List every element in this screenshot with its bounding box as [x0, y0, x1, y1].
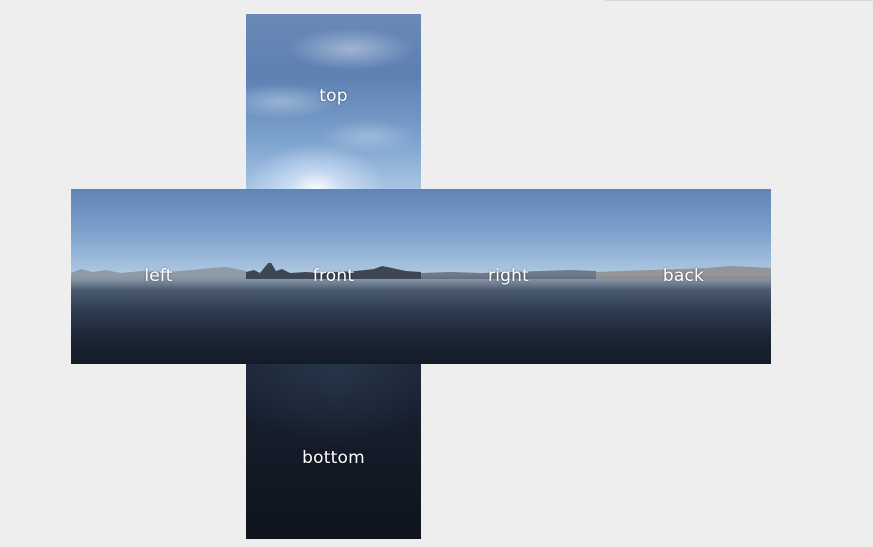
cubemap-face-bottom: bottom [246, 364, 421, 539]
cubemap-face-top: top [246, 14, 421, 189]
face-label-top: top [319, 86, 348, 106]
cubemap-face-back: back [596, 189, 771, 364]
face-label-back: back [662, 266, 705, 286]
face-label-left: left [144, 266, 173, 286]
top-edge-line [605, 0, 873, 1]
face-label-right: right [488, 266, 529, 286]
face-label-bottom: bottom [302, 448, 365, 468]
face-label-front: front [312, 266, 355, 286]
cubemap-face-left: left [71, 189, 246, 364]
cubemap-face-front: front [246, 189, 421, 364]
cubemap-face-right: right [421, 189, 596, 364]
